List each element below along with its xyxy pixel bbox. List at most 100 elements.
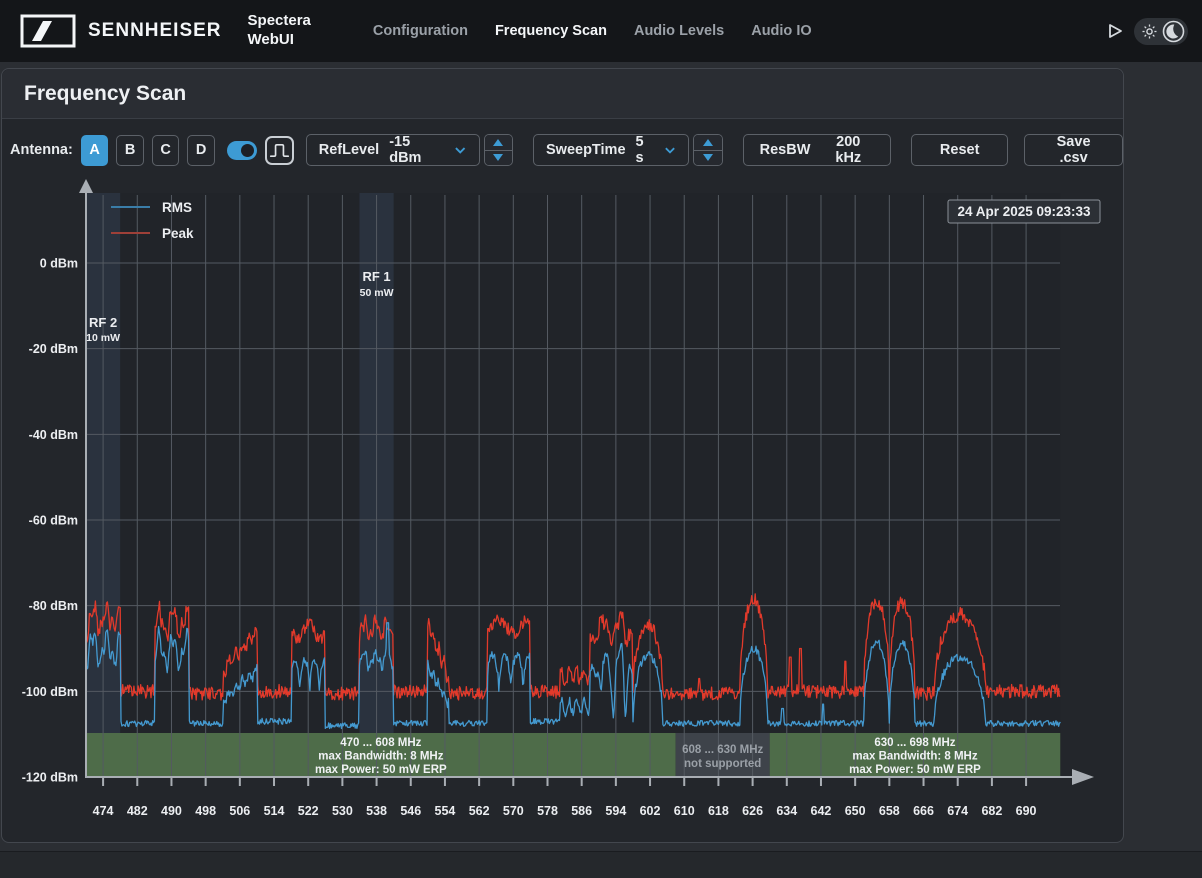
antenna-b-button[interactable]: B [116,135,144,166]
reflevel-decrement-button[interactable] [485,150,512,166]
x-tick-label: 546 [400,804,421,818]
y-axis-arrow [79,179,93,193]
x-tick-label: 690 [1016,804,1037,818]
rf1-marker-power: 50 mW [360,287,394,299]
x-tick-label: 482 [127,804,148,818]
resbw-label: ResBW [760,142,811,158]
reflevel-select[interactable]: RefLevel -15 dBm [306,134,480,166]
arrow-up-icon [703,139,713,146]
footer-strip [0,851,1202,878]
rf2-marker-label: RF 2 [89,315,117,330]
antenna-label: Antenna: [10,142,73,158]
x-tick-label: 634 [776,804,797,818]
page-title: Frequency Scan [24,82,186,106]
play-icon [1106,22,1124,40]
filter-shape-button[interactable] [265,136,294,165]
sennheiser-logo [20,14,76,48]
arrow-down-icon [703,154,713,161]
x-tick-label: 570 [503,804,524,818]
x-tick-label: 506 [229,804,250,818]
sweeptime-decrement-button[interactable] [694,150,721,166]
panel-header: Frequency Scan [2,69,1123,119]
legend-peak-label: Peak [162,226,194,241]
tab-frequency-scan[interactable]: Frequency Scan [495,23,607,39]
brand-wordmark: SENNHEISER [88,20,222,42]
product-line2: WebUI [248,31,311,50]
product-line1: Spectera [248,12,311,31]
sweeptime-increment-button[interactable] [694,135,721,150]
x-tick-label: 554 [435,804,456,818]
x-tick-label: 578 [537,804,558,818]
sweeptime-select[interactable]: SweepTime 5 s [533,134,689,166]
x-tick-label: 514 [264,804,285,818]
x-tick-label: 674 [947,804,968,818]
scan-toggle[interactable] [227,141,257,160]
x-tick-label: 682 [981,804,1002,818]
chevron-down-icon [664,146,676,155]
antenna-d-button[interactable]: D [187,135,215,166]
x-tick-label: 658 [879,804,900,818]
arrow-down-icon [493,154,503,161]
spectrum-chart: 4744824904985065145225305385465545625705… [2,172,1123,848]
frequency-scan-panel: Frequency Scan Antenna: A B C D RefLevel… [1,68,1124,843]
sweeptime-label: SweepTime [546,142,626,158]
band-text-2: not supported [684,758,761,770]
x-tick-label: 610 [674,804,695,818]
x-tick-label: 618 [708,804,729,818]
y-tick-label: -40 dBm [29,428,78,442]
timestamp-label: 24 Apr 2025 09:23:33 [957,204,1091,219]
sweeptime-value: 5 s [636,134,655,166]
product-name: Spectera WebUI [248,12,311,50]
x-tick-label: 650 [845,804,866,818]
y-tick-label: -100 dBm [22,685,78,699]
antenna-c-button[interactable]: C [152,135,180,166]
resbw-button[interactable]: ResBW 200 kHz [743,134,892,166]
x-tick-label: 642 [811,804,832,818]
band-text-3: max Bandwidth: 8 MHz [852,751,977,763]
reflevel-increment-button[interactable] [485,135,512,150]
rf1-marker-label: RF 1 [362,269,390,284]
reflevel-label: RefLevel [319,142,379,158]
band-text-2: 608 ... 630 MHz [682,744,763,756]
sweeptime-spinner [693,134,722,166]
arrow-up-icon [493,139,503,146]
y-tick-label: -20 dBm [29,342,78,356]
y-tick-label: -120 dBm [22,770,78,784]
toggle-knob [241,144,254,157]
x-tick-label: 538 [366,804,387,818]
x-tick-label: 586 [571,804,592,818]
band-text-1: max Power: 50 mW ERP [315,764,447,776]
reset-button[interactable]: Reset [911,134,1008,166]
moon-icon[interactable] [1162,20,1185,43]
resbw-value: 200 kHz [822,134,874,166]
y-tick-label: -60 dBm [29,513,78,527]
x-tick-label: 530 [332,804,353,818]
x-tick-label: 498 [195,804,216,818]
band-text-1: max Bandwidth: 8 MHz [318,751,443,763]
rf2-marker-power: 10 mW [86,332,120,344]
band-text-1: 470 ... 608 MHz [340,737,421,749]
sun-icon[interactable] [1142,24,1157,39]
x-tick-label: 562 [469,804,490,818]
tab-audio-levels[interactable]: Audio Levels [634,23,724,39]
y-tick-label: 0 dBm [40,257,78,271]
top-bar: SENNHEISER Spectera WebUI Configuration … [0,0,1202,62]
y-tick-label: -80 dBm [29,599,78,613]
x-tick-label: 474 [93,804,114,818]
reflevel-value: -15 dBm [389,134,444,166]
sennheiser-logo-icon [20,14,76,48]
antenna-a-button[interactable]: A [81,135,109,166]
topbar-actions [1106,18,1188,45]
save-csv-button[interactable]: Save .csv [1024,134,1123,166]
tab-configuration[interactable]: Configuration [373,23,468,39]
x-tick-label: 522 [298,804,319,818]
theme-toggle[interactable] [1134,18,1188,45]
chevron-down-icon [454,146,466,155]
tab-audio-io[interactable]: Audio IO [751,23,811,39]
scan-controls: Antenna: A B C D RefLevel -15 dBm SweepT… [10,133,1123,167]
play-button[interactable] [1106,22,1124,40]
main-nav: Configuration Frequency Scan Audio Level… [373,23,812,39]
x-tick-label: 666 [913,804,934,818]
legend-rms-label: RMS [162,200,192,215]
x-axis-arrow [1072,769,1094,785]
